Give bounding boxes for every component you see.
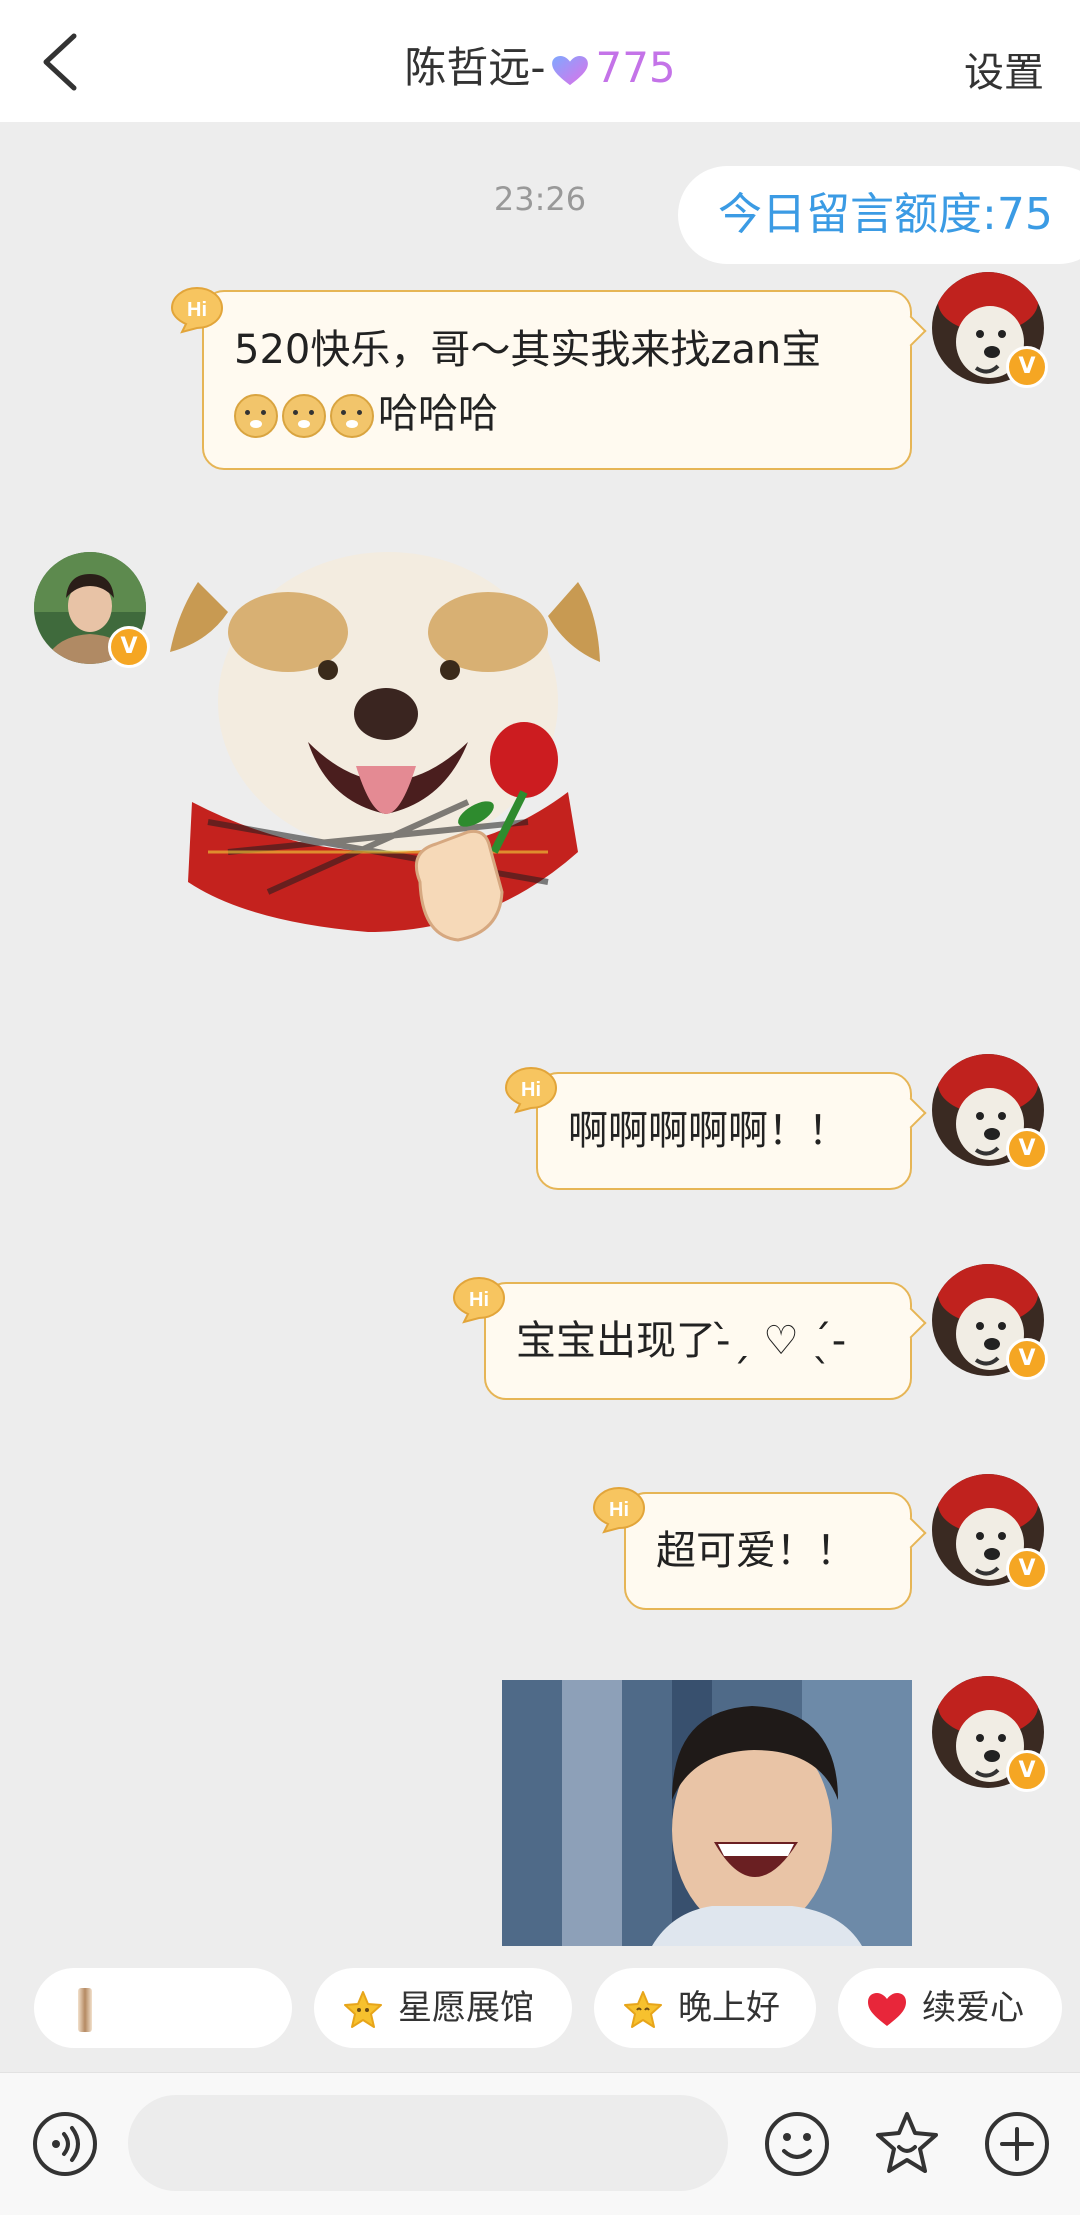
doge-emoji-icon [330, 394, 374, 438]
svg-text:Hi: Hi [469, 1289, 489, 1311]
message-bubble[interactable]: 啊啊啊啊啊！！ [536, 1072, 912, 1190]
doge-emoji-icon [234, 394, 278, 438]
message-bubble[interactable]: 超可爱！！ [624, 1492, 912, 1610]
message-text: 520快乐，哥～其实我来找zan宝 [234, 327, 822, 373]
svg-text:Hi: Hi [521, 1079, 541, 1101]
input-bar [0, 2072, 1080, 2215]
star-icon [344, 1990, 382, 2028]
contact-name: 陈哲远- [404, 43, 546, 92]
sticker-star-icon[interactable] [872, 2109, 942, 2179]
svg-text:Hi: Hi [609, 1499, 629, 1521]
verified-badge: V [1006, 1128, 1048, 1170]
verified-badge: V [1006, 346, 1048, 388]
svg-text:Hi: Hi [187, 299, 207, 321]
image-thumb-icon [78, 1987, 92, 2032]
laughing-photo[interactable] [502, 1680, 912, 1946]
hi-bubble-icon: Hi [592, 1486, 646, 1534]
message-text: 啊啊啊啊啊！！ [568, 1108, 848, 1154]
message-text: 宝宝出现了-̀ˏ ♡ ˎ́- [516, 1318, 847, 1364]
verified-badge: V [1006, 1750, 1048, 1792]
quick-reply-good-evening[interactable]: 晚上好 [594, 1968, 816, 2048]
emoji-icon[interactable] [762, 2109, 832, 2179]
doge-emoji-icon [282, 394, 326, 438]
page-title: 陈哲远- 775 [0, 34, 1080, 95]
star-face-icon [624, 1990, 662, 2028]
voice-icon[interactable] [30, 2109, 100, 2179]
chat-header: 陈哲远- 775 设置 [0, 0, 1080, 122]
message-timestamp: 23:26 [493, 180, 587, 218]
message-bubble[interactable]: 520快乐，哥～其实我来找zan宝 哈哈哈 [202, 290, 912, 470]
settings-button[interactable]: 设置 [964, 40, 1044, 98]
message-bubble[interactable]: 宝宝出现了-̀ˏ ♡ ˎ́- [484, 1282, 912, 1400]
hi-bubble-icon: Hi [452, 1276, 506, 1324]
gradient-heart-icon [552, 55, 589, 85]
quick-reply-continue-heart[interactable]: 续爱心 [838, 1968, 1062, 2048]
message-text-line2: 哈哈哈 [234, 382, 880, 446]
hi-bubble-icon: Hi [504, 1066, 558, 1114]
quick-reply-image[interactable] [34, 1968, 292, 2048]
add-icon[interactable] [982, 2109, 1052, 2179]
dog-rose-sticker[interactable] [168, 552, 608, 964]
verified-badge: V [1006, 1338, 1048, 1380]
heart-icon [868, 1992, 906, 2026]
verified-badge: V [1006, 1548, 1048, 1590]
intimacy-score: 775 [595, 43, 676, 92]
message-input[interactable] [128, 2095, 728, 2191]
verified-badge: V [108, 626, 150, 668]
quick-reply-star-gallery[interactable]: 星愿展馆 [314, 1968, 572, 2048]
hi-bubble-icon: Hi [170, 286, 224, 334]
message-text: 超可爱！！ [656, 1528, 856, 1574]
quota-badge: 今日留言额度:75 [678, 166, 1080, 264]
